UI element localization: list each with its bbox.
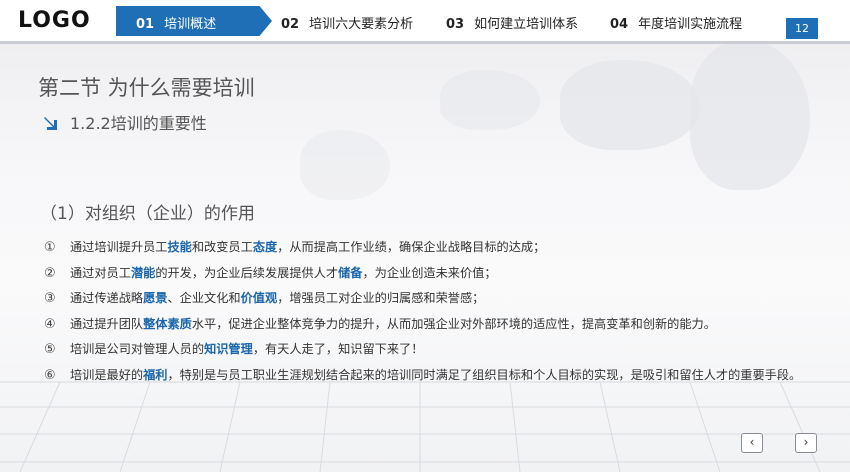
slide: LOGO 01 培训概述 02 培训六大要素分析 03 如何建立培训体系 04 年度培训… <box>0 0 850 472</box>
keyword-highlight: 技能 <box>167 240 192 254</box>
nav-tab-03[interactable]: 03 如何建立培训体系 <box>446 13 578 32</box>
logo: LOGO <box>18 8 91 33</box>
world-map-decoration <box>440 70 540 130</box>
list-item: ① 通过培训提升员工技能和改变员工态度，从而提高工作业绩，确保企业战略目标的达成… <box>44 238 824 257</box>
subtitle-row: 1.2.2培训的重要性 <box>42 110 207 134</box>
list-marker: ④ <box>44 316 56 332</box>
list-item-text: 培训是公司对管理人员的知识管理，有天人走了，知识留下来了！ <box>70 342 424 356</box>
list-item: ⑤ 培训是公司对管理人员的知识管理，有天人走了，知识留下来了！ <box>44 340 824 359</box>
keyword-highlight: 价值观 <box>240 291 278 305</box>
keyword-highlight: 储备 <box>338 265 363 280</box>
nav-tab-02[interactable]: 02 培训六大要素分析 <box>281 13 413 32</box>
world-map-decoration <box>300 130 390 200</box>
list-item: ④ 通过提升团队整体素质水平，促进企业整体竞争力的提升，从而加强企业对外部环境的… <box>44 315 824 334</box>
world-map-decoration <box>560 60 700 150</box>
content-heading: （1）对组织（企业）的作用 <box>40 204 255 224</box>
section-title: 第二节 为什么需要培训 <box>38 76 255 100</box>
list-item-text: 通过对员工潜能的开发，为企业后续发展提供人才储备，为企业创造未来价值； <box>70 265 497 280</box>
nav-tab-04[interactable]: 04 年度培训实施流程 <box>610 13 742 32</box>
list-item-text: 通过传递战略愿景、企业文化和价值观，增强员工对企业的归属感和荣誉感； <box>70 291 485 305</box>
list-item-text: 通过提升团队整体素质水平，促进企业整体竞争力的提升，从而加强企业对外部环境的适应… <box>70 316 716 331</box>
list-marker: ⑤ <box>44 342 56 357</box>
keyword-highlight: 愿景 <box>143 291 168 305</box>
top-navigation-bar: LOGO 01 培训概述 02 培训六大要素分析 03 如何建立培训体系 04 年度培训… <box>0 0 850 44</box>
keyword-highlight: 潜能 <box>130 265 156 280</box>
list-item-text: 培训是最好的福利，特别是与员工职业生涯规划结合起来的培训同时满足了组织目标和个人… <box>70 367 802 382</box>
keyword-highlight: 态度 <box>252 240 278 254</box>
list-item: ② 通过对员工潜能的开发，为企业后续发展提供人才储备，为企业创造未来价值； <box>44 264 824 283</box>
nav-tab-01[interactable]: 01 培训概述 <box>116 6 272 36</box>
previous-slide-button[interactable]: ‹ <box>741 433 763 453</box>
next-slide-button[interactable]: › <box>795 433 817 453</box>
keyword-highlight: 知识管理 <box>204 342 253 356</box>
list-item: ⑥ 培训是最好的福利，特别是与员工职业生涯规划结合起来的培训同时满足了组织目标和… <box>44 366 824 385</box>
importance-list: ① 通过培训提升员工技能和改变员工态度，从而提高工作业绩，确保企业战略目标的达成… <box>44 238 824 391</box>
list-item-text: 通过培训提升员工技能和改变员工态度，从而提高工作业绩，确保企业战略目标的达成； <box>70 240 546 254</box>
list-marker: ⑥ <box>44 367 56 383</box>
list-item: ③ 通过传递战略愿景、企业文化和价值观，增强员工对企业的归属感和荣誉感； <box>44 289 824 308</box>
list-marker: ③ <box>44 291 56 306</box>
subtitle: 1.2.2培训的重要性 <box>70 114 207 133</box>
list-marker: ② <box>44 265 56 281</box>
keyword-highlight: 整体素质 <box>143 316 192 331</box>
page-number-badge: 12 <box>786 18 818 39</box>
keyword-highlight: 福利 <box>143 367 168 382</box>
arrow-down-right-icon <box>44 117 57 130</box>
world-map-decoration <box>690 40 810 190</box>
list-marker: ① <box>44 240 56 255</box>
